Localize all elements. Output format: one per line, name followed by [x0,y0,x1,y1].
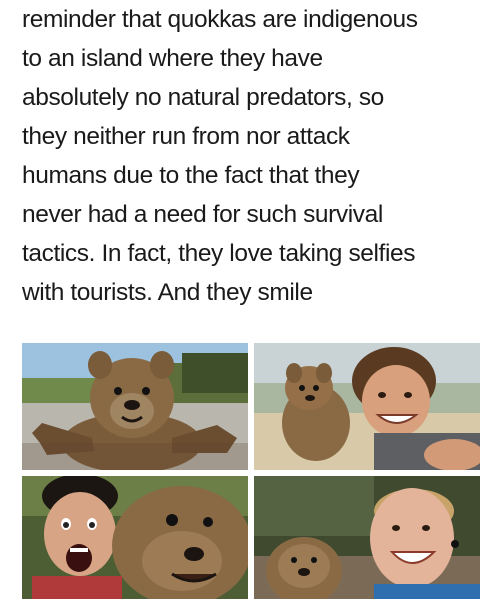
caption-line: tactics. In fact, they love taking selfi… [22,240,416,267]
man-with-quokka-photo [254,343,480,470]
caption-line: to an island where they have [22,45,323,72]
shouting-man-with-quokka-photo [22,476,248,599]
meme-caption: reminder that quokkas are indigenous to … [22,0,492,312]
smiling-man-with-quokka-photo [254,476,480,599]
photo-grid [22,343,480,599]
caption-line: reminder that quokkas are indigenous [22,6,418,33]
caption-line: never had a need for such survival [22,201,383,228]
caption-line: they neither run from nor attack [22,123,350,150]
caption-line: absolutely no natural predators, so [22,84,384,111]
caption-line: humans due to the fact that they [22,162,360,189]
caption-line: with tourists. And they smile [22,279,313,306]
quokka-arms-out-photo [22,343,248,470]
